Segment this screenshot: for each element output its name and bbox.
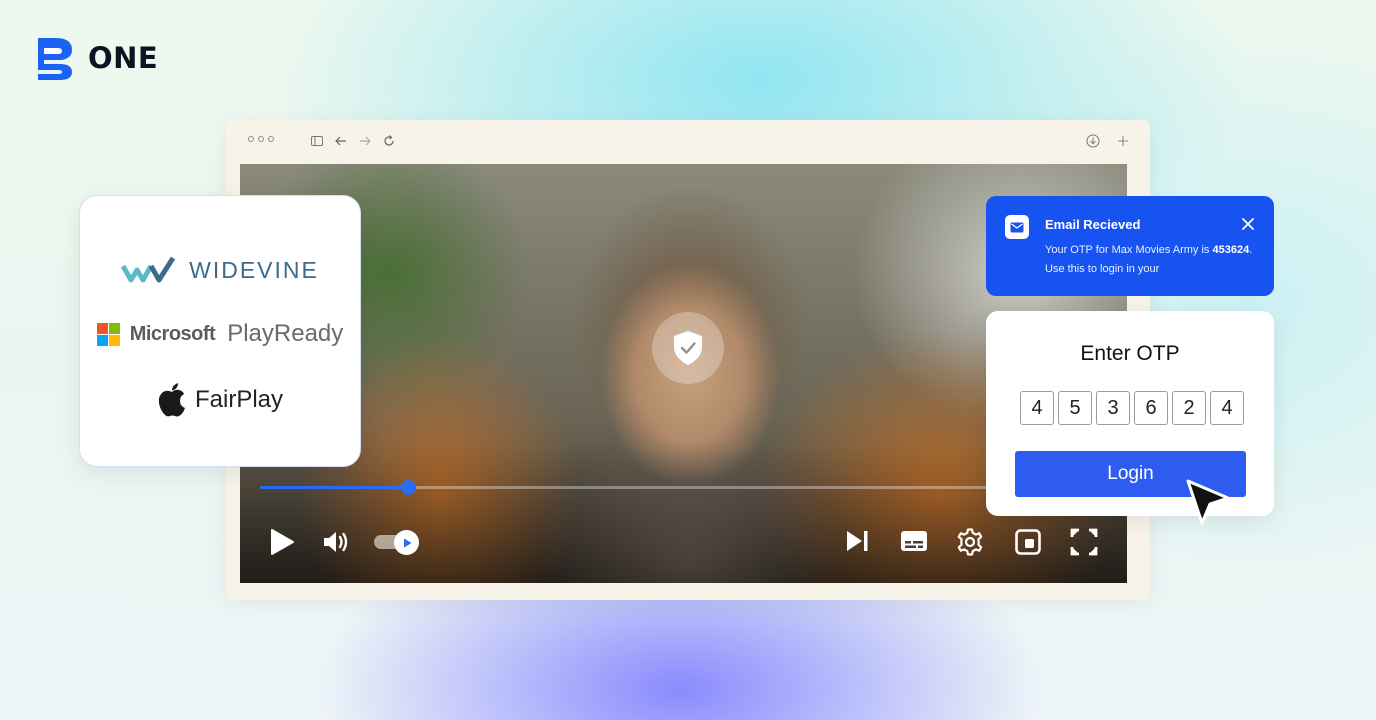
otp-digit-input[interactable]: 6	[1134, 391, 1168, 425]
microsoft-windows-icon	[96, 322, 120, 346]
otp-title: Enter OTP	[1080, 342, 1180, 365]
picture-in-picture-icon	[1015, 529, 1041, 555]
skip-next-button[interactable]	[844, 528, 870, 554]
shield-check-icon	[674, 331, 702, 365]
captions-icon	[901, 531, 927, 551]
autoplay-toggle[interactable]	[374, 530, 422, 555]
fullscreen-button[interactable]	[1070, 528, 1098, 556]
sidebar-icon[interactable]	[310, 134, 324, 148]
otp-digit-input[interactable]: 4	[1020, 391, 1054, 425]
back-arrow-icon[interactable]	[334, 134, 348, 148]
otp-digit-input[interactable]: 3	[1096, 391, 1130, 425]
settings-button[interactable]	[956, 528, 984, 556]
close-icon[interactable]	[1240, 216, 1256, 232]
download-icon[interactable]	[1086, 134, 1100, 153]
reload-icon[interactable]	[382, 134, 396, 148]
window-dots-icon[interactable]	[248, 136, 274, 142]
otp-digit-input[interactable]: 5	[1058, 391, 1092, 425]
brand-name: ONE	[88, 41, 159, 75]
brand-logo: ONE	[34, 34, 158, 82]
otp-code: 453624	[1212, 244, 1250, 256]
playready-logo: Microsoft PlayReady	[80, 320, 360, 348]
picture-in-picture-button[interactable]	[1014, 528, 1042, 556]
one-logo-icon	[38, 38, 72, 80]
otp-input-group: 4 5 3 6 2 4	[1020, 391, 1244, 425]
video-progress-bar[interactable]	[260, 480, 1000, 495]
mouse-cursor-icon	[1186, 479, 1230, 525]
volume-button[interactable]	[322, 530, 350, 554]
progress-fill	[260, 486, 408, 489]
notification-title: Email Recieved	[1045, 217, 1141, 232]
notification-message: Your OTP for Max Movies Army is 453624. …	[1045, 241, 1260, 279]
browser-toolbar	[226, 120, 1150, 164]
widevine-icon	[121, 256, 176, 283]
playready-label: PlayReady	[227, 320, 344, 347]
new-tab-icon[interactable]	[1116, 134, 1130, 153]
progress-scrubber-handle[interactable]	[401, 480, 416, 495]
fairplay-label: FairPlay	[194, 386, 284, 413]
notification-message-prefix: Your OTP for Max Movies Army is	[1045, 244, 1210, 256]
drm-providers-card: WIDEVINE Microsoft PlayReady FairPlay	[79, 195, 361, 467]
apple-icon	[158, 383, 185, 417]
fairplay-logo: FairPlay	[80, 382, 360, 418]
mail-icon	[1005, 215, 1029, 239]
email-received-notification: Email Recieved Your OTP for Max Movies A…	[986, 196, 1274, 296]
fullscreen-icon	[1070, 528, 1098, 556]
play-icon	[271, 529, 294, 555]
volume-icon	[324, 532, 348, 552]
otp-digit-input[interactable]: 2	[1172, 391, 1206, 425]
drm-protected-badge	[652, 312, 724, 384]
microsoft-label: Microsoft	[129, 322, 216, 345]
widevine-label: WIDEVINE	[189, 256, 319, 283]
forward-arrow-icon[interactable]	[358, 134, 372, 148]
play-button[interactable]	[268, 528, 296, 556]
skip-next-icon	[847, 531, 868, 551]
otp-digit-input[interactable]: 4	[1210, 391, 1244, 425]
captions-button[interactable]	[900, 530, 928, 552]
widevine-logo: WIDEVINE	[80, 256, 360, 284]
toggle-play-icon	[403, 538, 411, 547]
settings-gear-icon	[957, 528, 983, 556]
